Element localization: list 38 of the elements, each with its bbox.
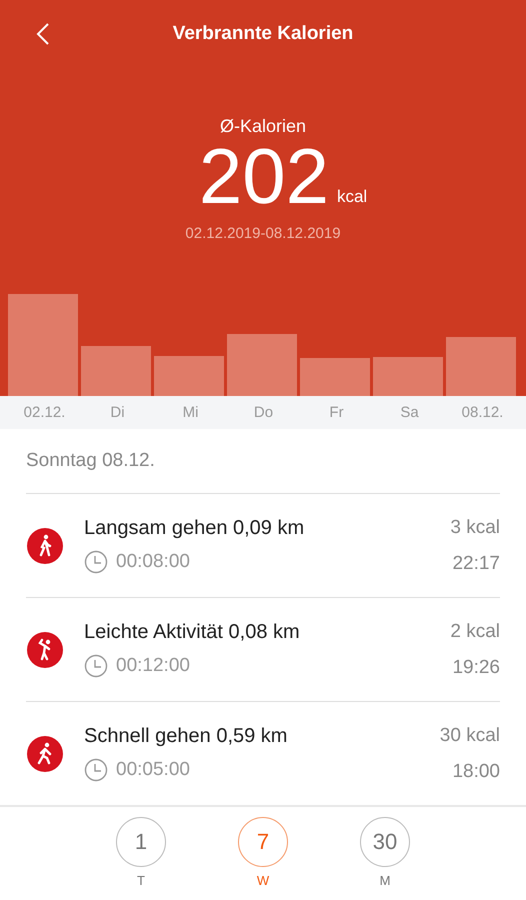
walking-person-icon — [26, 526, 64, 565]
axis-label: Mi — [182, 403, 200, 424]
date-range: 02.12.2019-08.12.2019 — [185, 225, 341, 242]
activity-time: 19:26 — [452, 656, 500, 679]
chart-bar — [227, 334, 297, 396]
chart-bar — [446, 337, 516, 396]
chart-bar — [300, 358, 370, 396]
back-icon[interactable] — [36, 22, 50, 46]
clock-icon — [84, 758, 108, 782]
chart-bar — [154, 356, 224, 396]
activity-duration: 00:08:00 — [116, 551, 190, 574]
stretching-person-icon — [26, 630, 64, 669]
activity-time: 22:17 — [452, 552, 500, 575]
chart-bar — [81, 346, 151, 396]
clock-icon — [84, 550, 108, 574]
axis-label: 02.12. — [22, 403, 66, 424]
chart-bar — [373, 357, 443, 396]
activity-name: Langsam gehen 0,09 km — [84, 517, 306, 540]
axis-label: Fr — [328, 403, 345, 424]
unit-label: kcal — [336, 187, 368, 207]
activity-time: 18:00 — [452, 760, 500, 783]
activity-duration: 00:12:00 — [116, 655, 190, 678]
activity-calories: 30 kcal — [440, 724, 500, 747]
activity-name: Schnell gehen 0,59 km — [84, 725, 288, 748]
screen-title: Verbrannte Kalorien — [172, 23, 354, 45]
walking-person-icon — [26, 734, 64, 773]
activity-name: Leichte Aktivität 0,08 km — [84, 621, 301, 644]
activity-calories: 2 kcal — [450, 620, 500, 643]
calorie-value: 202 — [198, 137, 329, 215]
activity-duration: 00:05:00 — [116, 759, 190, 782]
axis-label: Do — [252, 403, 274, 424]
clock-icon — [84, 654, 108, 678]
activity-calories: 3 kcal — [450, 516, 500, 539]
axis-label: 08.12. — [460, 403, 504, 424]
axis-label: Sa — [399, 403, 420, 424]
day-heading: Sonntag 08.12. — [26, 429, 500, 494]
average-label: Ø-Kalorien — [220, 116, 306, 137]
axis-label: Di — [109, 403, 126, 424]
